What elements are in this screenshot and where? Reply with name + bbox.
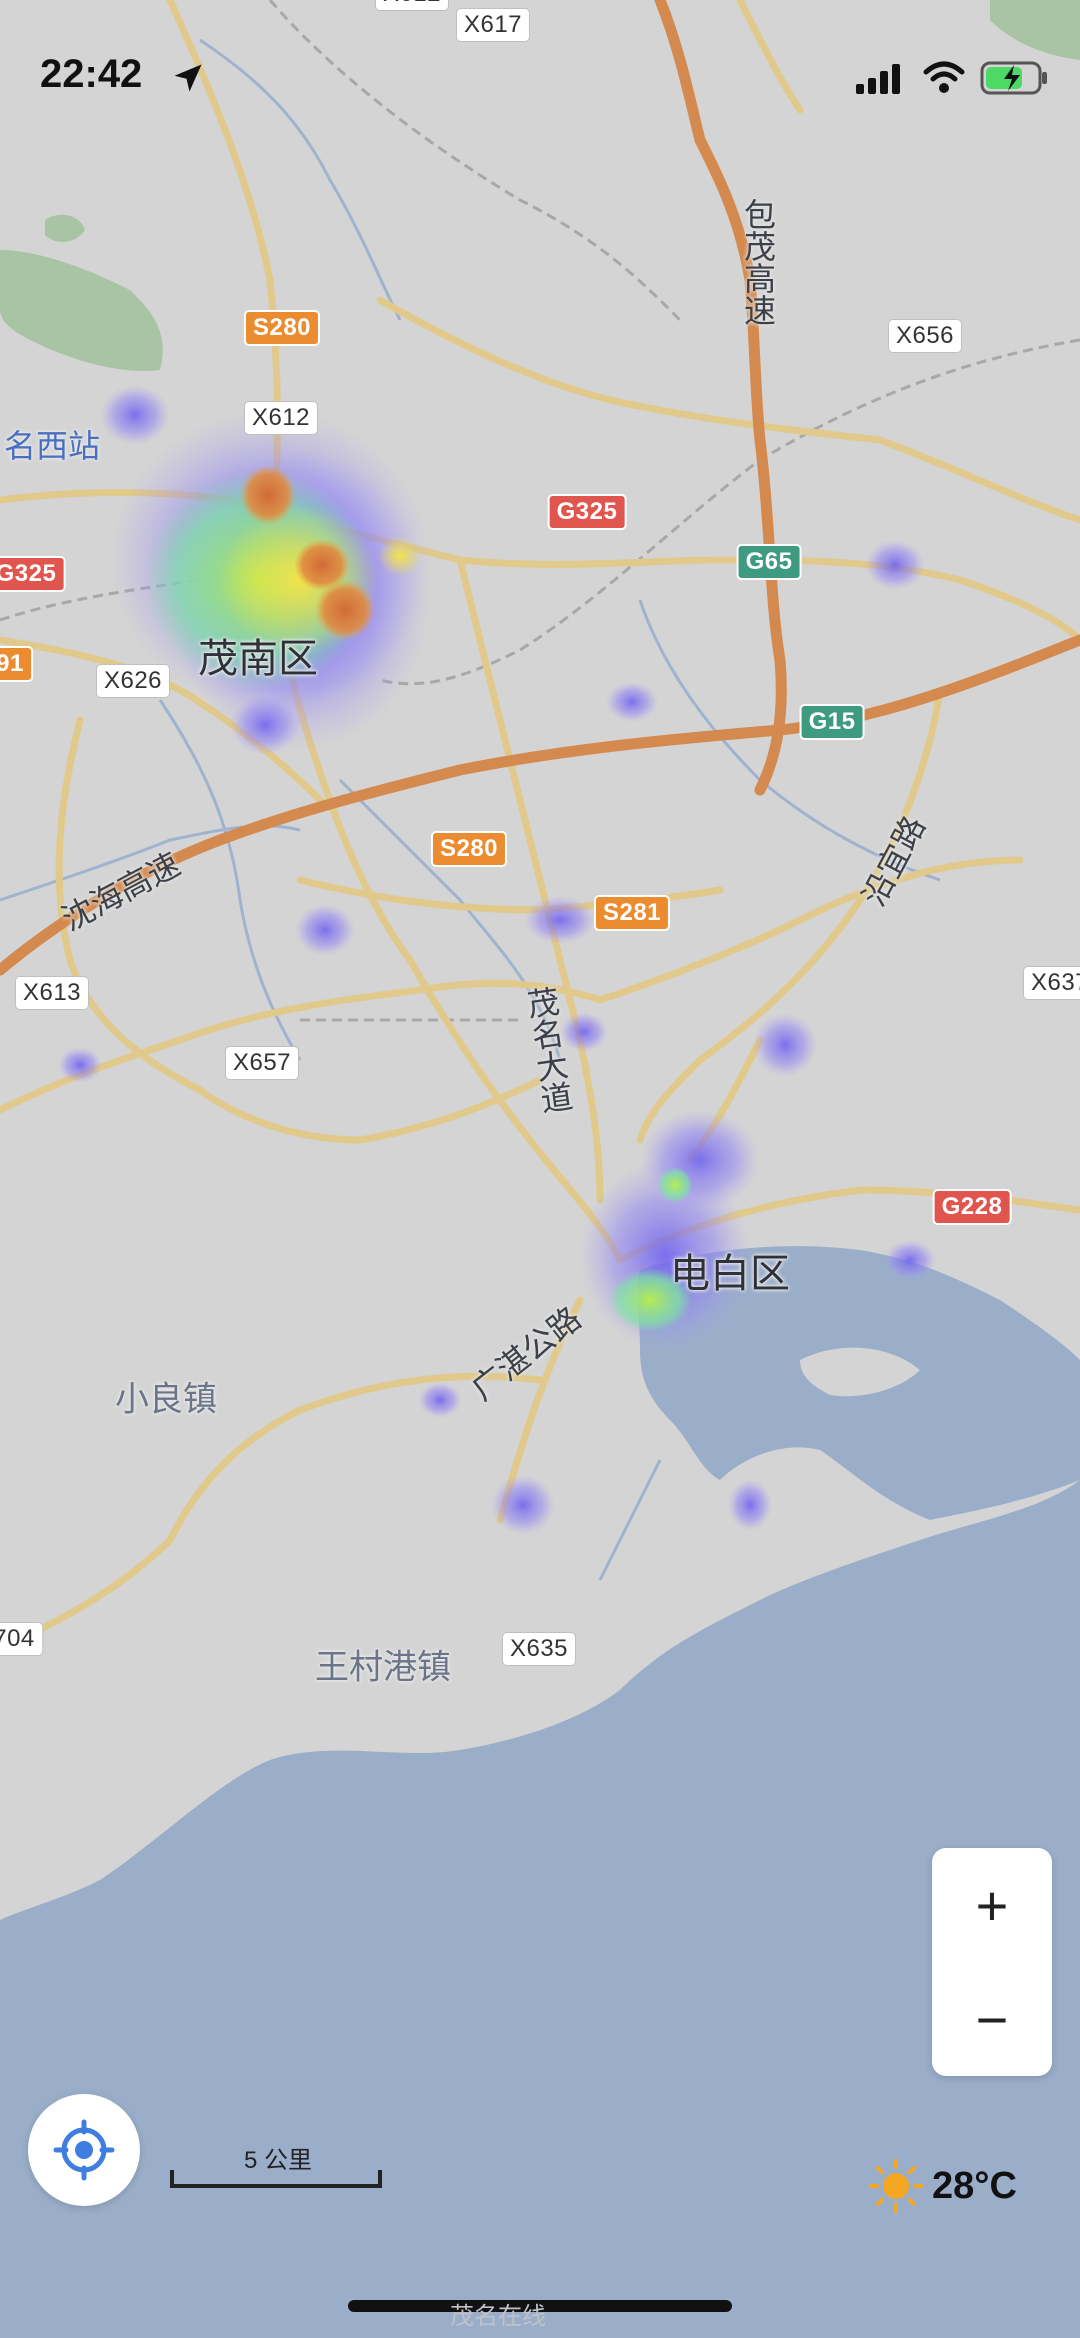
zoom-out-button[interactable]: − [932, 1962, 1052, 2076]
shield-91: 91 [0, 646, 33, 682]
shield-x637: X637 [1022, 966, 1080, 1000]
shield-g228: G228 [932, 1189, 1012, 1225]
scale-line [170, 2170, 382, 2188]
temperature: 28°C [932, 2164, 1017, 2207]
location-arrow-icon [174, 64, 202, 92]
shield-g65: G65 [736, 544, 802, 580]
shield-g325-west: G325 [0, 556, 66, 592]
place-label-xiaoliang[interactable]: 小良镇 [115, 1372, 217, 1421]
signal-icon [856, 64, 900, 94]
shield-s281: S281 [593, 895, 671, 931]
place-label-station[interactable]: 名西站 [4, 421, 100, 467]
watermark-logo: 茂名在线 [450, 2303, 546, 2330]
place-label-wangcun[interactable]: 王村港镇 [315, 1640, 451, 1689]
wifi-icon [923, 61, 965, 93]
crosshair-icon [53, 2119, 115, 2181]
sun-icon [869, 2159, 923, 2213]
road-name-baomao: 包茂高速 [740, 198, 776, 326]
shield-x657: X657 [224, 1046, 300, 1080]
shield-s280: S280 [243, 310, 321, 346]
shield-x612: X612 [243, 401, 319, 435]
place-label-maonan[interactable]: 茂南区 [198, 626, 318, 684]
status-bar: 22:42 [0, 0, 1080, 140]
shield-x656: X656 [887, 319, 963, 353]
status-time: 22:42 [40, 52, 143, 96]
shield-g15: G15 [799, 704, 865, 740]
place-label-dianbai[interactable]: 电白区 [670, 1241, 790, 1299]
shield-x613: X613 [14, 976, 90, 1010]
zoom-control: + − [932, 1848, 1052, 2076]
weather-widget[interactable]: 28°C [868, 2158, 1017, 2214]
shield-x704: 704 [0, 1622, 43, 1656]
locate-button[interactable] [28, 2094, 140, 2206]
zoom-in-button[interactable]: + [932, 1848, 1052, 1962]
scale-bar: 5 公里 [170, 2140, 386, 2196]
shield-g325: G325 [547, 494, 627, 530]
shield-x626: X626 [95, 664, 171, 698]
shield-s280-south: S280 [430, 831, 508, 867]
battery-charging-icon [980, 61, 1047, 95]
shield-x635: X635 [501, 1632, 577, 1666]
